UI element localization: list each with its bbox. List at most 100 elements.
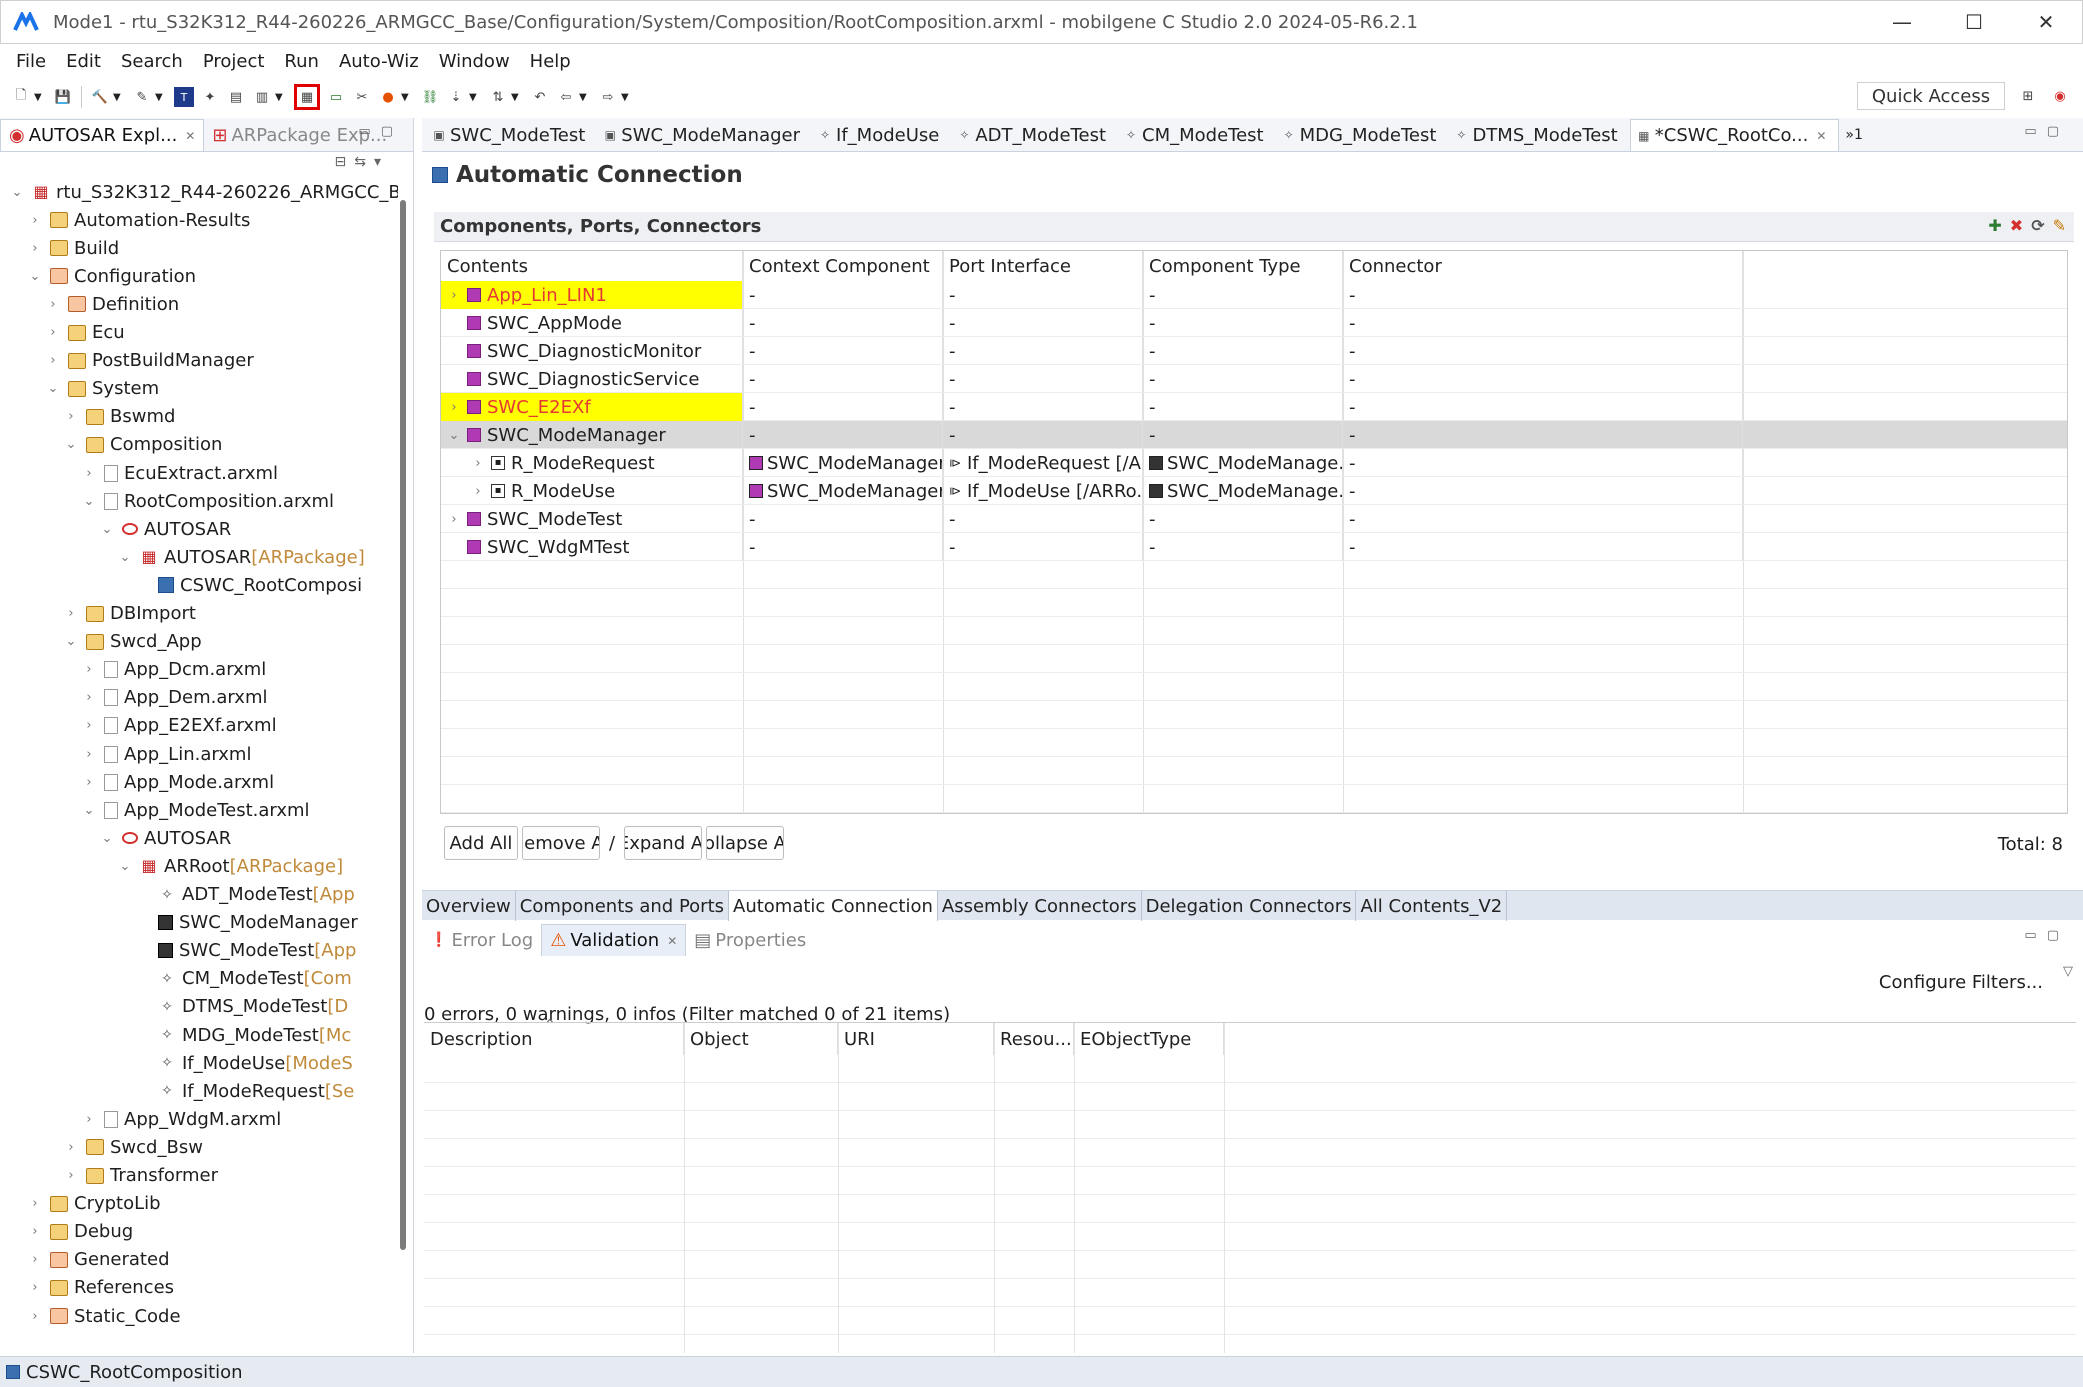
expand-chevron-icon[interactable]: ⌄ — [447, 428, 461, 443]
terminal-icon[interactable]: T — [174, 87, 194, 107]
expand-chevron-icon[interactable]: › — [82, 718, 96, 733]
configure-filters-link[interactable]: Configure Filters... — [1879, 972, 2043, 993]
tree-item[interactable]: ⌄ ▦ rtu_S32K312_R44-260226_ARMGCC_Base — [10, 178, 398, 206]
close-button[interactable]: ✕ — [2010, 0, 2082, 44]
editor-tab[interactable]: ✧ If_ModeUse — [812, 119, 951, 151]
tree-item[interactable]: ⌄ Configuration — [28, 262, 197, 290]
expand-chevron-icon[interactable]: › — [82, 662, 96, 677]
tree-item[interactable]: › PostBuildManager — [46, 347, 253, 375]
editor-tab[interactable]: ✧ ADT_ModeTest — [951, 119, 1118, 151]
tree-item[interactable]: ⌄ AUTOSAR — [100, 515, 232, 543]
nav-icon[interactable]: ⇅ — [488, 87, 508, 107]
expand-chevron-icon[interactable]: › — [471, 456, 485, 471]
tree-item[interactable]: › App_Dcm.arxml — [82, 656, 266, 684]
tree-item[interactable]: ⌄ RootComposition.arxml — [82, 487, 335, 515]
tree-item[interactable]: › App_WdgM.arxml — [82, 1105, 281, 1133]
tree-item[interactable]: › References — [28, 1274, 174, 1302]
expand-chevron-icon[interactable]: › — [28, 1224, 42, 1239]
maximize-button[interactable]: ☐ — [1938, 0, 2010, 44]
tree-item[interactable]: SWC_ModeManager — [136, 909, 358, 937]
tree-item[interactable]: ⌄ System — [46, 375, 160, 403]
tree-item[interactable]: › Build — [28, 234, 119, 262]
menu-file[interactable]: File — [6, 51, 56, 72]
tree-item[interactable]: ✧ DTMS_ModeTest [D — [136, 993, 348, 1021]
expand-chevron-icon[interactable]: › — [46, 325, 60, 340]
expand-chevron-icon[interactable]: › — [28, 241, 42, 256]
tab-autosar-explorer[interactable]: ◉ AUTOSAR Expl... ✕ — [0, 119, 205, 151]
expand-chevron-icon[interactable]: ⌄ — [82, 803, 96, 818]
tree-item[interactable]: › Swcd_Bsw — [64, 1133, 203, 1161]
tree-item[interactable]: CSWC_RootComposi — [136, 571, 362, 599]
expand-chevron-icon[interactable]: ⌄ — [10, 185, 24, 200]
expand-chevron-icon[interactable]: › — [447, 400, 461, 415]
expand-chevron-icon[interactable]: › — [82, 747, 96, 762]
tree-item[interactable]: ✧ MDG_ModeTest [Mc — [136, 1021, 351, 1049]
expand-chevron-icon[interactable]: ⌄ — [64, 634, 78, 649]
close-tab-icon[interactable]: ✕ — [667, 934, 677, 948]
collapse-all-button[interactable]: ollapse A — [706, 826, 784, 860]
star-icon[interactable]: ✦ — [200, 87, 220, 107]
editor-page-tab[interactable]: All Contents_V2 — [1356, 891, 1508, 921]
expand-chevron-icon[interactable]: › — [82, 1112, 96, 1127]
cut-icon[interactable]: ✂ — [352, 87, 372, 107]
expand-chevron-icon[interactable]: › — [447, 512, 461, 527]
tabs-overflow-button[interactable]: »1 — [1839, 119, 1874, 151]
expand-chevron-icon[interactable]: › — [64, 606, 78, 621]
report-icon[interactable]: ▦ — [294, 84, 320, 110]
expand-chevron-icon[interactable]: › — [28, 1309, 42, 1324]
tree-item[interactable]: › Automation-Results — [28, 206, 250, 234]
column-header[interactable]: Component Type — [1143, 251, 1343, 281]
pin-dropdown-icon[interactable]: ▼ — [469, 92, 479, 103]
tree-toolbar[interactable]: ⊟⇆▾ — [335, 154, 390, 170]
forward-dropdown-icon[interactable]: ▼ — [621, 92, 631, 103]
run-icon[interactable]: ● — [378, 87, 398, 107]
column-header[interactable]: Object — [684, 1023, 838, 1055]
tree-item[interactable]: ⌄ App_ModeTest.arxml — [82, 796, 310, 824]
tab-error-log[interactable]: ❗ Error Log — [422, 924, 541, 956]
menu-window[interactable]: Window — [429, 51, 520, 72]
expand-chevron-icon[interactable]: › — [82, 690, 96, 705]
tree-item[interactable]: › App_Mode.arxml — [82, 768, 274, 796]
expand-chevron-icon[interactable]: › — [82, 775, 96, 790]
expand-chevron-icon[interactable]: ⌄ — [82, 494, 96, 509]
autosar-perspective-icon[interactable]: ◉ — [2050, 86, 2070, 106]
build-dropdown-icon[interactable]: ▼ — [113, 92, 123, 103]
expand-chevron-icon[interactable]: › — [82, 466, 96, 481]
tree-item[interactable]: › Bswmd — [64, 403, 175, 431]
minimize-button[interactable]: — — [1866, 0, 1938, 44]
run-dropdown-icon[interactable]: ▼ — [401, 92, 411, 103]
expand-chevron-icon[interactable]: › — [447, 288, 461, 303]
tree-item[interactable]: ✧ If_ModeRequest [Se — [136, 1077, 354, 1105]
expand-chevron-icon[interactable]: › — [28, 1280, 42, 1295]
tree-item[interactable]: › CryptoLib — [28, 1190, 160, 1218]
tree-item[interactable]: ✧ ADT_ModeTest [App — [136, 881, 355, 909]
tree-item[interactable]: SWC_ModeTest [App — [136, 937, 356, 965]
add-all-button[interactable]: Add All — [444, 826, 518, 860]
expand-chevron-icon[interactable]: ⌄ — [118, 859, 132, 874]
menu-edit[interactable]: Edit — [56, 51, 111, 72]
tree-item[interactable]: › App_E2EXf.arxml — [82, 712, 276, 740]
tree-item[interactable]: › Definition — [46, 290, 179, 318]
add-icon[interactable]: ✚ — [1988, 216, 2001, 235]
editor-tab[interactable]: ▦ *CSWC_RootCo... ✕ — [1629, 119, 1840, 151]
menu-run[interactable]: Run — [274, 51, 329, 72]
open-perspective-icon[interactable]: ⊞ — [2018, 86, 2038, 106]
delete-icon[interactable]: ✖ — [2010, 216, 2023, 235]
table-row[interactable]: ⌄ SWC_ModeManager - - - - — [441, 421, 2067, 449]
tree-item[interactable]: › App_Dem.arxml — [82, 684, 267, 712]
table-row[interactable]: › SWC_ModeTest - - - - — [441, 505, 2067, 533]
tree-item[interactable]: ✧ If_ModeUse [ModeS — [136, 1049, 353, 1077]
quick-access-field[interactable]: Quick Access — [1857, 82, 2005, 110]
expand-chevron-icon[interactable]: ⌄ — [64, 437, 78, 452]
menu-project[interactable]: Project — [193, 51, 275, 72]
tree-item[interactable]: ⌄ ▦ ARRoot [ARPackage] — [118, 852, 344, 880]
expand-chevron-icon[interactable]: › — [64, 1168, 78, 1183]
wand-dropdown-icon[interactable]: ▼ — [155, 92, 165, 103]
tree-item[interactable]: › Transformer — [64, 1162, 218, 1190]
expand-chevron-icon[interactable]: › — [28, 1196, 42, 1211]
editor-tab[interactable]: ▣ SWC_ModeManager — [597, 119, 812, 151]
expand-chevron-icon[interactable]: ⌄ — [46, 381, 60, 396]
expand-chevron-icon[interactable]: › — [64, 409, 78, 424]
close-tab-icon[interactable]: ✕ — [185, 129, 195, 143]
editor-page-tab[interactable]: Automatic Connection — [729, 891, 938, 921]
